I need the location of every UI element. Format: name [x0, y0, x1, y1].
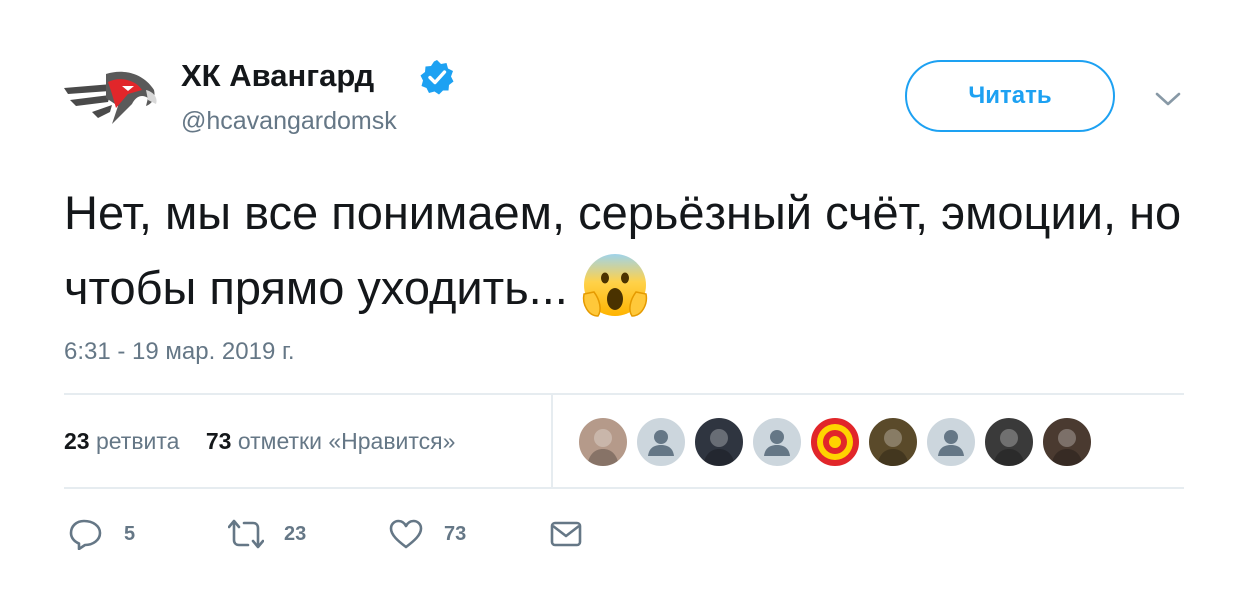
- liker-avatar[interactable]: [694, 417, 744, 467]
- verified-badge-icon: [419, 59, 455, 95]
- chevron-down-icon[interactable]: [1153, 88, 1183, 110]
- reply-count: 5: [124, 522, 136, 545]
- liker-avatar[interactable]: [926, 417, 976, 467]
- likes-count: 73: [205, 428, 232, 454]
- liker-avatar[interactable]: [752, 417, 802, 467]
- retweets-label: ретвита: [95, 428, 180, 454]
- likes-stat[interactable]: 73 отметки «Нравится»: [206, 428, 456, 454]
- liker-avatar[interactable]: [578, 417, 628, 467]
- liker-avatar[interactable]: [810, 417, 860, 467]
- follow-button[interactable]: Читать: [905, 60, 1115, 132]
- display-name[interactable]: ХК Авангард: [181, 56, 374, 96]
- liker-avatars: [578, 417, 1100, 467]
- retweet-icon: [228, 519, 264, 549]
- heart-icon: [389, 519, 423, 549]
- likes-label: отметки «Нравится»: [237, 428, 456, 454]
- liker-avatar[interactable]: [868, 417, 918, 467]
- reply-icon: [69, 519, 102, 550]
- direct-message-button[interactable]: [548, 518, 584, 550]
- envelope-icon: [550, 521, 582, 547]
- eagle-logo-icon: [64, 71, 157, 124]
- like-count: 73: [444, 522, 467, 545]
- tweet-stats: 23 ретвита 73 отметки «Нравится»: [64, 424, 455, 458]
- liker-avatar[interactable]: [1042, 417, 1092, 467]
- divider: [64, 487, 1184, 489]
- reply-button[interactable]: 5: [68, 518, 135, 550]
- liker-avatar[interactable]: [984, 417, 1034, 467]
- avatar[interactable]: [62, 64, 158, 134]
- divider: [64, 393, 1184, 395]
- screaming-face-emoji-icon: [580, 250, 650, 320]
- user-handle[interactable]: @hcavangardomsk: [181, 104, 397, 138]
- divider-vertical: [551, 393, 553, 489]
- tweet-timestamp[interactable]: 6:31 - 19 мар. 2019 г.: [64, 337, 294, 367]
- tweet-text: Нет, мы все понимаем, серьёзный счёт, эм…: [64, 176, 1194, 325]
- retweet-button[interactable]: 23: [228, 518, 306, 550]
- like-button[interactable]: 73: [388, 518, 466, 550]
- retweets-stat[interactable]: 23 ретвита: [64, 428, 179, 454]
- retweets-count: 23: [64, 428, 90, 454]
- liker-avatar[interactable]: [636, 417, 686, 467]
- retweet-count: 23: [284, 522, 307, 545]
